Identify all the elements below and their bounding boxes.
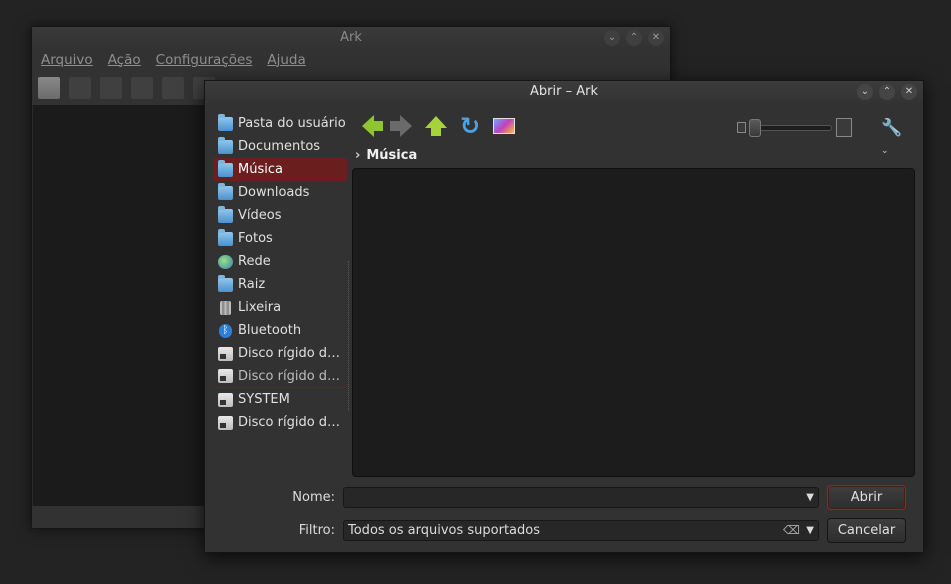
chevron-right-icon: › [355, 148, 361, 163]
reload-button[interactable]: ↻ [457, 113, 483, 139]
maximize-icon[interactable]: ⌃ [879, 84, 895, 100]
clear-text-icon[interactable]: ⌫ [783, 521, 800, 540]
close-icon[interactable]: ✕ [901, 84, 917, 100]
dialog-window-buttons: ⌄ ⌃ ✕ [857, 84, 917, 100]
panel-splitter[interactable] [348, 261, 351, 411]
place-system[interactable]: SYSTEM [213, 388, 347, 411]
maximize-icon[interactable]: ⌃ [626, 30, 642, 46]
preview-icon [493, 118, 515, 134]
dialog-title: Abrir – Ark [530, 84, 598, 99]
preview-button[interactable] [491, 113, 517, 139]
hard-disk-icon [218, 369, 233, 383]
minimize-icon[interactable]: ⌄ [857, 84, 873, 100]
reload-icon: ↻ [459, 112, 481, 140]
hard-disk-icon [218, 415, 233, 430]
menu-acao[interactable]: Ação [108, 49, 141, 71]
place-fotos[interactable]: Fotos [213, 227, 347, 250]
place-raiz[interactable]: Raiz [213, 273, 347, 296]
place-disco-rigido-2[interactable]: Disco rígido de 2... [213, 411, 347, 434]
back-button[interactable] [355, 113, 383, 139]
name-row: Nome: ▼ Abrir [205, 485, 906, 510]
places-panel: Pasta do usuário Documentos Música Downl… [213, 112, 347, 434]
forward-button[interactable] [389, 113, 415, 139]
dialog-titlebar: Abrir – Ark ⌄ ⌃ ✕ [205, 81, 923, 103]
network-globe-icon [218, 254, 233, 269]
ark-titlebar: Ark ⌄ ⌃ ✕ [32, 27, 670, 49]
extract-icon[interactable] [131, 77, 153, 99]
open-button[interactable]: Abrir [827, 485, 906, 510]
place-videos[interactable]: Vídeos [213, 204, 347, 227]
breadcrumb[interactable]: › Música [355, 148, 417, 163]
arrow-up-icon [425, 116, 447, 136]
music-folder-icon [218, 159, 233, 177]
downloads-folder-icon [218, 182, 233, 200]
filter-row: Filtro: Todos os arquivos suportados ⌫ ▼… [205, 518, 906, 543]
place-rede[interactable]: Rede [213, 250, 347, 273]
zoom-control [737, 118, 852, 137]
chevron-down-icon[interactable]: ▼ [806, 521, 814, 540]
place-lixeira[interactable]: Lixeira [213, 296, 347, 319]
arrow-left-icon [362, 115, 383, 137]
bluetooth-icon: ᛒ [219, 323, 232, 338]
home-folder-icon [218, 113, 233, 131]
place-musica[interactable]: Música [213, 158, 347, 181]
ark-menubar: Arquivo Ação Configurações Ajuda [32, 49, 670, 71]
zoom-slider-handle[interactable] [749, 118, 761, 137]
ark-window-buttons: ⌄ ⌃ ✕ [604, 30, 664, 46]
chevron-down-icon[interactable]: ▼ [806, 488, 814, 507]
root-folder-icon [218, 274, 233, 292]
place-documentos[interactable]: Documentos [213, 135, 347, 158]
chevron-down-icon: ⌄ [881, 146, 889, 156]
menu-configuracoes[interactable]: Configurações [156, 49, 253, 71]
file-view[interactable] [352, 168, 915, 477]
open-file-dialog: Abrir – Ark ⌄ ⌃ ✕ Pasta do usuário Docum… [204, 80, 924, 553]
zoom-slider[interactable] [749, 118, 832, 137]
videos-folder-icon [218, 205, 233, 223]
breadcrumb-current[interactable]: Música [366, 148, 417, 163]
name-input[interactable]: ▼ [343, 487, 819, 508]
close-icon[interactable]: ✕ [648, 30, 664, 46]
place-bluetooth[interactable]: ᛒ Bluetooth [213, 319, 347, 342]
ark-window-title: Ark [340, 30, 362, 45]
place-downloads[interactable]: Downloads [213, 181, 347, 204]
navigation-toolbar: ↻ [355, 113, 517, 139]
name-label: Nome: [292, 490, 335, 505]
documents-folder-icon [218, 136, 233, 154]
new-archive-icon[interactable] [38, 77, 60, 99]
preview-file-icon[interactable] [100, 77, 122, 99]
place-disco-rigido-1[interactable]: Disco rígido de 1... [213, 365, 347, 388]
add-folder-icon[interactable] [162, 77, 184, 99]
filter-select[interactable]: Todos os arquivos suportados ⌫ ▼ [343, 520, 819, 541]
wrench-icon: 🔧 [881, 118, 903, 138]
arrow-right-icon [390, 115, 412, 137]
hard-disk-icon [218, 346, 233, 361]
options-button[interactable]: 🔧⌄ [881, 118, 907, 156]
place-pasta-do-usuario[interactable]: Pasta do usuário [213, 112, 347, 135]
filter-value: Todos os arquivos suportados [348, 523, 540, 538]
place-disco-rigido-3[interactable]: Disco rígido de 3... [213, 342, 347, 365]
filter-label: Filtro: [298, 523, 335, 538]
menu-ajuda[interactable]: Ajuda [267, 49, 305, 71]
pictures-folder-icon [218, 228, 233, 246]
minimize-icon[interactable]: ⌄ [604, 30, 620, 46]
hard-disk-icon [218, 392, 233, 407]
parent-folder-button[interactable] [423, 113, 449, 139]
zoom-large-icon [836, 118, 852, 137]
cancel-button[interactable]: Cancelar [827, 518, 906, 543]
open-archive-icon[interactable] [69, 77, 91, 99]
menu-arquivo[interactable]: Arquivo [41, 49, 93, 71]
trash-icon [220, 300, 231, 315]
zoom-small-icon [737, 122, 746, 133]
